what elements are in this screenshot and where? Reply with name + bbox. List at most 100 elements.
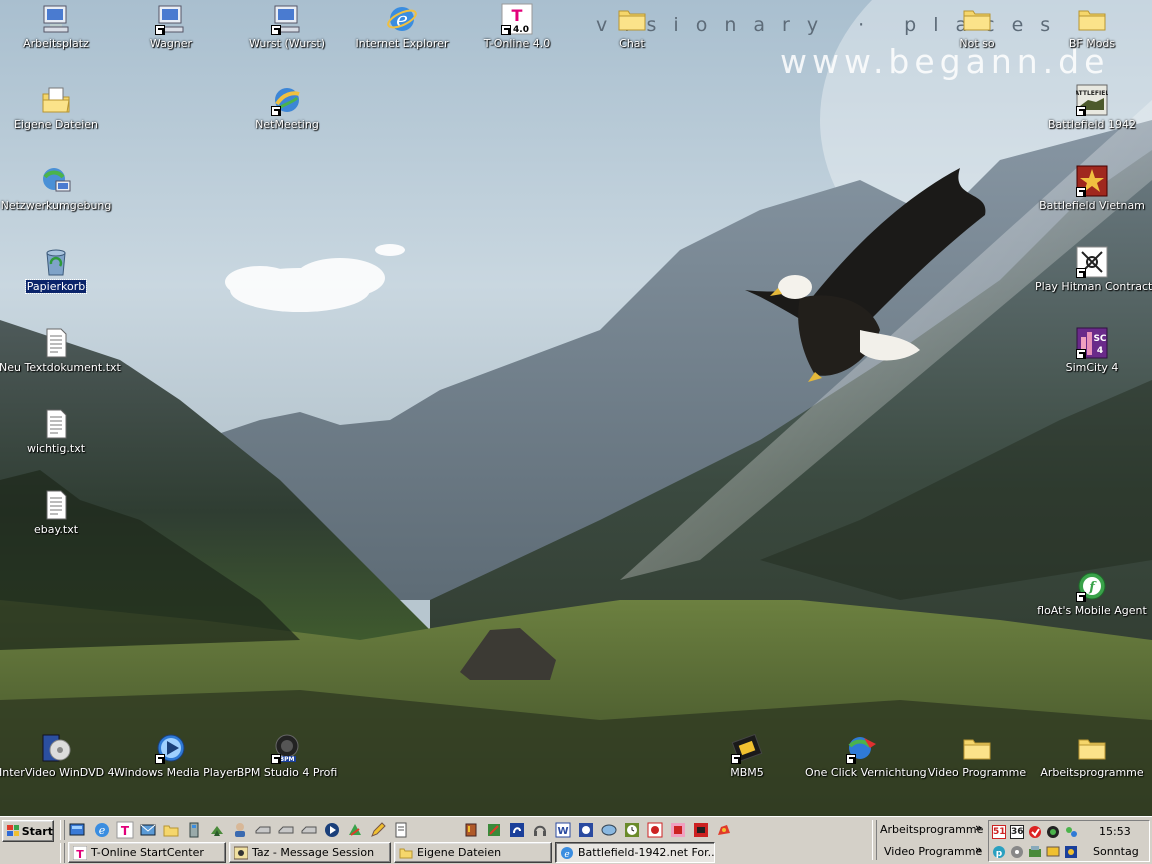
app-tray-icon[interactable] [1028,845,1042,859]
word-icon[interactable]: W [554,821,572,839]
paint-icon[interactable] [462,821,480,839]
desktop-icon-label: Netzwerkumgebung [0,199,112,212]
start-button[interactable]: Start [2,820,54,842]
desktop-icon-t-online[interactable]: T 4.0 T-Online 4.0 [459,3,575,50]
display-tray-icon[interactable] [1046,845,1060,859]
app-icon[interactable] [577,821,595,839]
clock-time[interactable]: 15:53 [1099,825,1131,838]
desktop-icon-arbeitsplatz[interactable]: Arbeitsplatz [0,3,114,50]
app-icon[interactable] [600,821,618,839]
mbm5-icon [731,732,763,764]
desktop-icon-mobile-agent[interactable]: f floAt's Mobile Agent [1034,570,1150,617]
task-button[interactable]: T T-Online StartCenter [68,842,226,863]
show-desktop-icon[interactable] [68,821,86,839]
headphones-icon[interactable] [531,821,549,839]
desktop-icon-internet-explorer[interactable]: e Internet Explorer [344,3,460,50]
netscape-icon[interactable] [346,821,364,839]
volume-tray-icon[interactable] [1010,845,1024,859]
desktop-icon-wagner[interactable]: Wagner [113,3,229,50]
network-icon[interactable] [185,821,203,839]
internet-explorer-icon[interactable]: e [93,821,111,839]
drive-icon[interactable] [254,821,272,839]
desktop-icon-label: floAt's Mobile Agent [1037,604,1147,617]
desktop-icon-wurst[interactable]: Wurst (Wurst) [229,3,345,50]
desktop-icon-arbeitsprogramme[interactable]: Arbeitsprogramme [1034,732,1150,779]
hitman-icon [1076,246,1108,278]
desktop-icon-label: Eigene Dateien [13,118,99,131]
task-button[interactable]: Eigene Dateien [394,842,552,863]
task-button[interactable]: Taz - Message Session [229,842,391,863]
shortcut-arrow-icon [271,754,281,764]
desktop-icon-battlefield-1942[interactable]: BATTLEFIELD Battlefield 1942 [1034,84,1150,131]
outlook-icon[interactable] [139,821,157,839]
desktop-icon-ebay[interactable]: ebay.txt [0,489,114,536]
drive-icon[interactable] [277,821,295,839]
user-icon[interactable] [208,821,226,839]
desktop-icon-netzwerkumgebung[interactable]: Netzwerkumgebung [0,165,114,212]
app-icon[interactable] [692,821,710,839]
monitor-tray-icon[interactable]: p [992,845,1006,859]
shortcut-arrow-icon [846,754,856,764]
folder-icon[interactable] [162,821,180,839]
tray-badge[interactable]: 36 [1010,825,1024,839]
clock-icon[interactable] [623,821,641,839]
my-computer-icon [40,3,72,35]
text-file-icon [40,408,72,440]
desktop-icon-wichtig[interactable]: wichtig.txt [0,408,114,455]
audio-tray-icon[interactable] [1064,845,1078,859]
desktop-icon-not-so[interactable]: Not so [919,3,1035,50]
taskbar-grip[interactable] [60,843,65,863]
desktop-icon-label: Neu Textdokument.txt [0,361,121,374]
battlefield-1942-icon: BATTLEFIELD [1076,84,1108,116]
desktop-icon-mbm5[interactable]: MBM5 [689,732,805,779]
desktop-icon-bpm-studio[interactable]: BPM BPM Studio 4 Profi [229,732,345,779]
toolbar-arbeitsprogramme[interactable]: Arbeitsprogramme [880,823,983,836]
desktop-icon-simcity[interactable]: SC 4 SimCity 4 [1034,327,1150,374]
network-tray-icon[interactable] [1064,825,1078,839]
tools-icon[interactable] [485,821,503,839]
desktop-icon-media-player[interactable]: Windows Media Player [113,732,237,779]
text-icon[interactable] [392,821,410,839]
desktop-icon-bf-mods[interactable]: BF Mods [1034,3,1150,50]
desktop-icon-label: T-Online 4.0 [483,37,551,50]
user-icon[interactable] [231,821,249,839]
drive-icon[interactable] [300,821,318,839]
app-icon[interactable] [715,821,733,839]
toolbar-grip[interactable] [872,820,877,860]
svg-text:BPM: BPM [280,756,295,763]
antivirus-icon[interactable] [1028,825,1042,839]
recycle-bin-icon [40,246,72,278]
desktop-icon-netmeeting[interactable]: NetMeeting [229,84,345,131]
desktop-icon-video-programme[interactable]: Video Programme [919,732,1035,779]
messenger-tray-icon[interactable] [1046,825,1060,839]
desktop-icon-one-click[interactable]: One Click Vernichtung [804,732,927,779]
svg-text:T: T [121,824,130,838]
computer-shortcut-icon [155,3,187,35]
app-icon[interactable] [669,821,687,839]
tray-badge[interactable]: 51 [992,825,1006,839]
pencil-icon[interactable] [369,821,387,839]
start-label: Start [21,824,53,838]
desktop-icon-eigene-dateien[interactable]: Eigene Dateien [0,84,114,131]
t-online-icon[interactable]: T [116,821,134,839]
music-icon[interactable] [508,821,526,839]
toolbar-chevron[interactable]: » [975,821,982,834]
desktop-icon-neu-textdokument[interactable]: Neu Textdokument.txt [0,327,121,374]
desktop-icon-papierkorb[interactable]: Papierkorb [0,246,114,294]
bpm-studio-icon: BPM [271,732,303,764]
task-button-active[interactable]: e Battlefield-1942.net For... [555,842,715,863]
windows-logo-icon [7,825,19,836]
computer-shortcut-icon [271,3,303,35]
simcity-icon: SC 4 [1076,327,1108,359]
desktop-icon-windvd[interactable]: InterVideo WinDVD 4 [0,732,115,779]
svg-text:e: e [564,850,569,860]
desktop-icon-battlefield-vietnam[interactable]: Battlefield Vietnam [1034,165,1150,212]
desktop-icon-label: Video Programme [927,766,1027,779]
app-icon[interactable] [646,821,664,839]
desktop-icon-hitman[interactable]: Play Hitman Contracts [1034,246,1152,293]
toolbar-video-programme[interactable]: Video Programme [884,845,982,858]
toolbar-chevron[interactable]: » [975,843,982,856]
media-icon[interactable] [323,821,341,839]
toolbar-grip[interactable] [60,820,65,840]
desktop-icon-chat[interactable]: Chat [574,3,690,50]
